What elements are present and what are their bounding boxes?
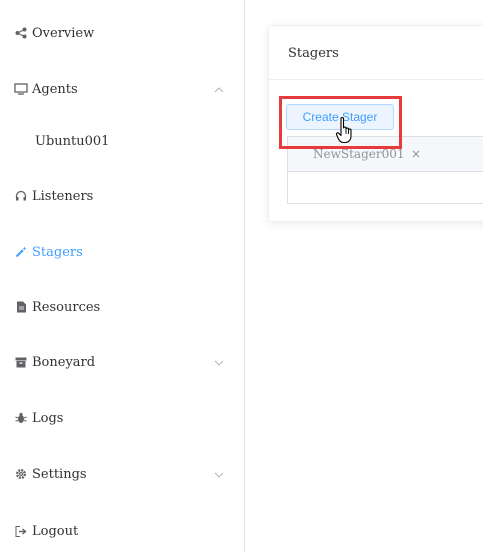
- chevron-up-icon[interactable]: [214, 84, 224, 94]
- sidebar-item-logs[interactable]: Logs: [0, 398, 245, 438]
- sidebar-item-label: Logout: [32, 523, 79, 539]
- sidebar-item-label: Logs: [32, 410, 64, 426]
- tab-bar: NewStager001: [288, 137, 483, 172]
- sidebar-item-label: Overview: [32, 25, 95, 41]
- bug-icon: [14, 411, 28, 425]
- sidebar-item-listeners[interactable]: Listeners: [0, 176, 245, 216]
- headset-icon: [14, 189, 28, 203]
- sidebar-item-boneyard[interactable]: Boneyard: [0, 342, 245, 382]
- tab-label: NewStager001: [313, 147, 405, 161]
- stager-tabs: NewStager001: [287, 136, 483, 204]
- document-icon: [14, 300, 28, 314]
- sidebar-item-label: Boneyard: [32, 354, 96, 370]
- share-icon: [14, 26, 28, 40]
- gear-icon: [14, 467, 28, 481]
- page-title: Stagers: [288, 46, 339, 61]
- card-header: Stagers: [269, 26, 483, 80]
- magic-wand-icon: [14, 245, 28, 259]
- sidebar-item-logout[interactable]: Logout: [0, 511, 245, 551]
- app-window: Overview Agents Ubuntu001 Listeners Stag…: [0, 0, 483, 552]
- sidebar: Overview Agents Ubuntu001 Listeners Stag…: [0, 0, 245, 552]
- sidebar-subitem-ubuntu001[interactable]: Ubuntu001: [0, 121, 245, 161]
- sidebar-subitem-label: Ubuntu001: [35, 133, 110, 149]
- logout-icon: [14, 524, 28, 538]
- archive-icon: [14, 355, 28, 369]
- sidebar-item-label: Listeners: [32, 188, 94, 204]
- sidebar-item-label: Agents: [32, 81, 78, 97]
- sidebar-item-label: Settings: [32, 466, 87, 482]
- sidebar-item-stagers[interactable]: Stagers: [0, 232, 245, 272]
- sidebar-item-settings[interactable]: Settings: [0, 454, 245, 494]
- sidebar-item-resources[interactable]: Resources: [0, 287, 245, 327]
- sidebar-item-label: Stagers: [32, 244, 83, 260]
- tab-newstager001[interactable]: NewStager001: [288, 137, 423, 171]
- sidebar-item-label: Resources: [32, 299, 101, 315]
- monitor-icon: [14, 82, 28, 96]
- chevron-down-icon[interactable]: [214, 469, 224, 479]
- close-icon[interactable]: [411, 149, 421, 159]
- sidebar-item-overview[interactable]: Overview: [0, 13, 245, 53]
- chevron-down-icon[interactable]: [214, 357, 224, 367]
- sidebar-item-agents[interactable]: Agents: [0, 69, 245, 109]
- create-stager-button[interactable]: Create Stager: [286, 104, 394, 130]
